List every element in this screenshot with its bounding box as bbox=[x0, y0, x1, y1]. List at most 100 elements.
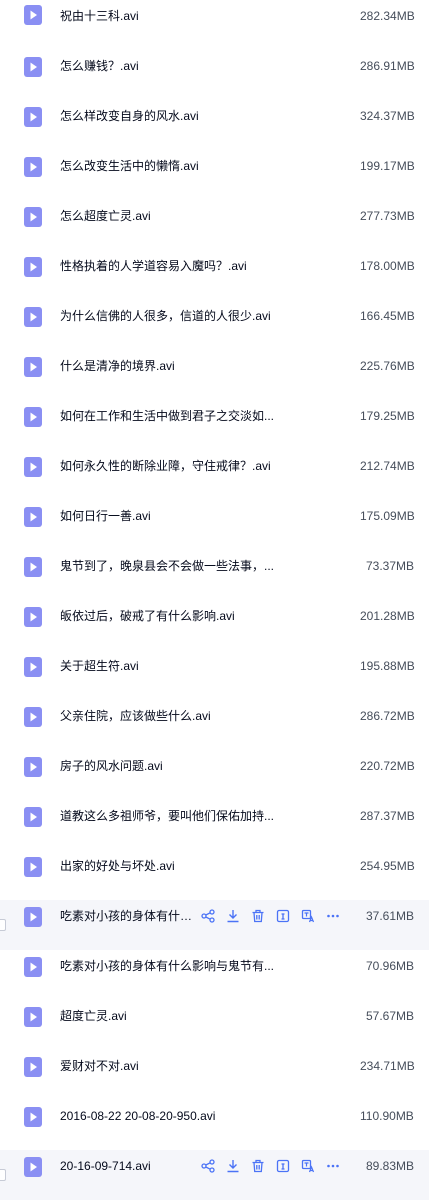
file-row[interactable]: 2016-08-22 20-08-20-950.avi 110.90MB bbox=[0, 1100, 429, 1150]
file-name[interactable]: 鬼节到了，晚泉县会不会做一些法事，... bbox=[60, 558, 274, 574]
video-file-icon bbox=[24, 357, 42, 377]
file-row[interactable]: 关于超生符.avi 195.88MB bbox=[0, 650, 429, 700]
file-name[interactable]: 祝由十三科.avi bbox=[60, 8, 139, 24]
file-row[interactable]: 为什么信佛的人很多，信道的人很少.avi 166.45MB bbox=[0, 300, 429, 350]
file-row[interactable]: 什么是清净的境界.avi 225.76MB bbox=[0, 350, 429, 400]
file-row[interactable]: 吃素对小孩的身体有什么影响与鬼节有... 37.61MB bbox=[0, 900, 429, 950]
video-file-icon bbox=[24, 57, 42, 77]
file-row[interactable]: 20-16-09-714.avi 89.83MB bbox=[0, 1150, 429, 1200]
file-size: 201.28MB bbox=[360, 609, 415, 623]
share-icon[interactable] bbox=[198, 1156, 218, 1176]
file-row[interactable]: 父亲住院，应该做些什么.avi 286.72MB bbox=[0, 700, 429, 750]
info-icon[interactable] bbox=[273, 906, 293, 926]
file-size: 324.37MB bbox=[360, 109, 415, 123]
video-file-icon bbox=[24, 557, 42, 577]
video-file-icon bbox=[24, 5, 42, 25]
row-checkbox[interactable] bbox=[0, 1169, 6, 1181]
file-name[interactable]: 皈依过后，破戒了有什么影响.avi bbox=[60, 608, 235, 624]
file-row[interactable]: 如何日行一善.avi 175.09MB bbox=[0, 500, 429, 550]
file-name[interactable]: 怎么赚钱？.avi bbox=[60, 58, 139, 74]
file-row[interactable]: 如何永久性的断除业障，守住戒律？.avi 212.74MB bbox=[0, 450, 429, 500]
file-row[interactable]: 爱财对不对.avi 234.71MB bbox=[0, 1050, 429, 1100]
file-size: 286.72MB bbox=[360, 709, 415, 723]
file-size: 57.67MB bbox=[366, 1009, 415, 1023]
more-icon[interactable] bbox=[323, 1156, 343, 1176]
file-size: 110.90MB bbox=[360, 1109, 414, 1123]
video-file-icon bbox=[24, 607, 42, 627]
video-file-icon bbox=[24, 1157, 42, 1177]
video-file-icon bbox=[24, 407, 42, 427]
file-name[interactable]: 性格执着的人学道容易入魔吗？.avi bbox=[60, 258, 247, 274]
file-size: 282.34MB bbox=[360, 9, 415, 23]
row-actions bbox=[198, 1156, 348, 1176]
video-file-icon bbox=[24, 157, 42, 177]
file-row[interactable]: 怎么样改变自身的风水.avi 324.37MB bbox=[0, 100, 429, 150]
file-row[interactable]: 超度亡灵.avi 57.67MB bbox=[0, 1000, 429, 1050]
file-name[interactable]: 房子的风水问题.avi bbox=[60, 758, 163, 774]
video-file-icon bbox=[24, 1107, 42, 1127]
download-icon[interactable] bbox=[223, 906, 243, 926]
file-name[interactable]: 20-16-09-714.avi bbox=[60, 1158, 151, 1174]
file-name[interactable]: 爱财对不对.avi bbox=[60, 1058, 139, 1074]
file-size: 70.96MB bbox=[366, 959, 415, 973]
video-file-icon bbox=[24, 257, 42, 277]
file-row[interactable]: 皈依过后，破戒了有什么影响.avi 201.28MB bbox=[0, 600, 429, 650]
delete-icon[interactable] bbox=[248, 906, 268, 926]
video-file-icon bbox=[24, 757, 42, 777]
file-size: 199.17MB bbox=[360, 159, 415, 173]
file-name[interactable]: 父亲住院，应该做些什么.avi bbox=[60, 708, 211, 724]
row-checkbox[interactable] bbox=[0, 919, 6, 931]
file-row[interactable]: 怎么改变生活中的懒惰.avi 199.17MB bbox=[0, 150, 429, 200]
file-size: 179.25MB bbox=[360, 409, 415, 423]
file-name[interactable]: 道教这么多祖师爷，要叫他们保佑加持... bbox=[60, 808, 274, 824]
file-name[interactable]: 如何永久性的断除业障，守住戒律？.avi bbox=[60, 458, 271, 474]
file-name[interactable]: 吃素对小孩的身体有什么影响与鬼节有... bbox=[60, 908, 200, 924]
file-row[interactable]: 怎么赚钱？.avi 286.91MB bbox=[0, 50, 429, 100]
file-name[interactable]: 出家的好处与坏处.avi bbox=[60, 858, 175, 874]
translate-icon[interactable] bbox=[298, 906, 318, 926]
file-name[interactable]: 怎么改变生活中的懒惰.avi bbox=[60, 158, 199, 174]
file-name[interactable]: 什么是清净的境界.avi bbox=[60, 358, 175, 374]
video-file-icon bbox=[24, 857, 42, 877]
file-row[interactable]: 怎么超度亡灵.avi 277.73MB bbox=[0, 200, 429, 250]
delete-icon[interactable] bbox=[248, 1156, 268, 1176]
file-name[interactable]: 2016-08-22 20-08-20-950.avi bbox=[60, 1108, 215, 1124]
file-name[interactable]: 如何日行一善.avi bbox=[60, 508, 151, 524]
translate-icon[interactable] bbox=[298, 1156, 318, 1176]
file-size: 212.74MB bbox=[360, 459, 415, 473]
file-row[interactable]: 祝由十三科.avi 282.34MB bbox=[0, 0, 429, 50]
video-file-icon bbox=[24, 207, 42, 227]
file-size: 286.91MB bbox=[360, 59, 415, 73]
video-file-icon bbox=[24, 507, 42, 527]
video-file-icon bbox=[24, 107, 42, 127]
file-name[interactable]: 吃素对小孩的身体有什么影响与鬼节有... bbox=[60, 958, 274, 974]
video-file-icon bbox=[24, 957, 42, 977]
video-file-icon bbox=[24, 1007, 42, 1027]
file-row[interactable]: 如何在工作和生活中做到君子之交淡如... 179.25MB bbox=[0, 400, 429, 450]
file-name[interactable]: 怎么样改变自身的风水.avi bbox=[60, 108, 199, 124]
file-name[interactable]: 关于超生符.avi bbox=[60, 658, 139, 674]
video-file-icon bbox=[24, 707, 42, 727]
file-name[interactable]: 如何在工作和生活中做到君子之交淡如... bbox=[60, 408, 274, 424]
info-icon[interactable] bbox=[273, 1156, 293, 1176]
file-row[interactable]: 房子的风水问题.avi 220.72MB bbox=[0, 750, 429, 800]
video-file-icon bbox=[24, 457, 42, 477]
file-row[interactable]: 出家的好处与坏处.avi 254.95MB bbox=[0, 850, 429, 900]
file-size: 89.83MB bbox=[366, 1159, 415, 1173]
file-list: 祝由十三科.avi 282.34MB 怎么赚钱？.avi 286.91MB 怎么样改变自… bbox=[0, 0, 429, 1200]
file-size: 234.71MB bbox=[360, 1059, 415, 1073]
file-row[interactable]: 吃素对小孩的身体有什么影响与鬼节有... 70.96MB bbox=[0, 950, 429, 1000]
file-size: 195.88MB bbox=[360, 659, 415, 673]
file-row[interactable]: 性格执着的人学道容易入魔吗？.avi 178.00MB bbox=[0, 250, 429, 300]
row-actions bbox=[198, 906, 348, 926]
video-file-icon bbox=[24, 657, 42, 677]
file-name[interactable]: 为什么信佛的人很多，信道的人很少.avi bbox=[60, 308, 271, 324]
file-row[interactable]: 道教这么多祖师爷，要叫他们保佑加持... 287.37MB bbox=[0, 800, 429, 850]
download-icon[interactable] bbox=[223, 1156, 243, 1176]
file-size: 178.00MB bbox=[360, 259, 415, 273]
file-name[interactable]: 怎么超度亡灵.avi bbox=[60, 208, 151, 224]
more-icon[interactable] bbox=[323, 906, 343, 926]
share-icon[interactable] bbox=[198, 906, 218, 926]
file-name[interactable]: 超度亡灵.avi bbox=[60, 1008, 127, 1024]
file-row[interactable]: 鬼节到了，晚泉县会不会做一些法事，... 73.37MB bbox=[0, 550, 429, 600]
